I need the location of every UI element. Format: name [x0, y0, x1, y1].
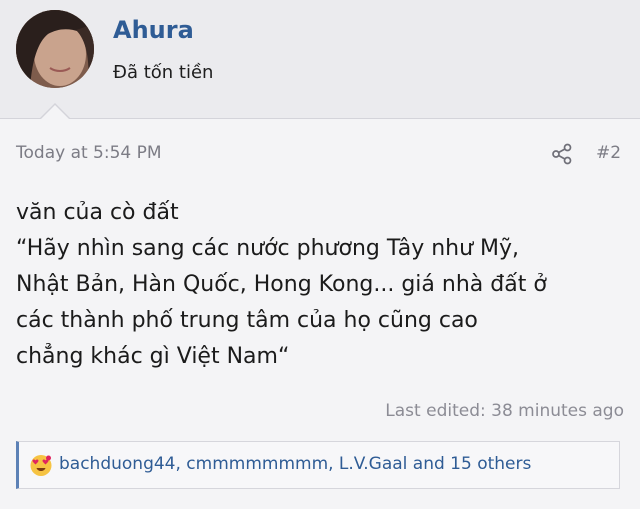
post-message: Today at 5:54 PM #2 văn của cò đất “Hãy …: [0, 118, 640, 509]
post-body-line: văn của cò đất: [16, 200, 179, 225]
avatar[interactable]: [16, 10, 94, 88]
post-timestamp[interactable]: Today at 5:54 PM: [16, 143, 162, 163]
user-title: Đã tốn tiền: [113, 62, 214, 83]
love-face-icon: [30, 455, 52, 476]
post-author-header: Ahura Đã tốn tiền: [0, 0, 640, 118]
username-link[interactable]: Ahura: [113, 16, 194, 44]
post-number-link[interactable]: #2: [596, 143, 621, 163]
post-body-line: các thành phố trung tâm của họ cũng cao: [16, 308, 478, 333]
post-body-line: Nhật Bản, Hàn Quốc, Hong Kong... giá nhà…: [16, 272, 547, 297]
reaction-users-link[interactable]: bachduong44, cmmmmmmmm, L.V.Gaal and 15 …: [59, 454, 531, 474]
post-body-line: “Hãy nhìn sang các nước phương Tây như M…: [16, 236, 520, 261]
share-icon[interactable]: [551, 143, 573, 165]
reactions-bar[interactable]: bachduong44, cmmmmmmmm, L.V.Gaal and 15 …: [16, 441, 620, 489]
post-body-line: chẳng khác gì Việt Nam“: [16, 344, 290, 369]
post-pointer: [41, 105, 69, 119]
post-body: văn của cò đất “Hãy nhìn sang các nước p…: [16, 195, 626, 375]
last-edited: Last edited: 38 minutes ago: [385, 401, 624, 421]
